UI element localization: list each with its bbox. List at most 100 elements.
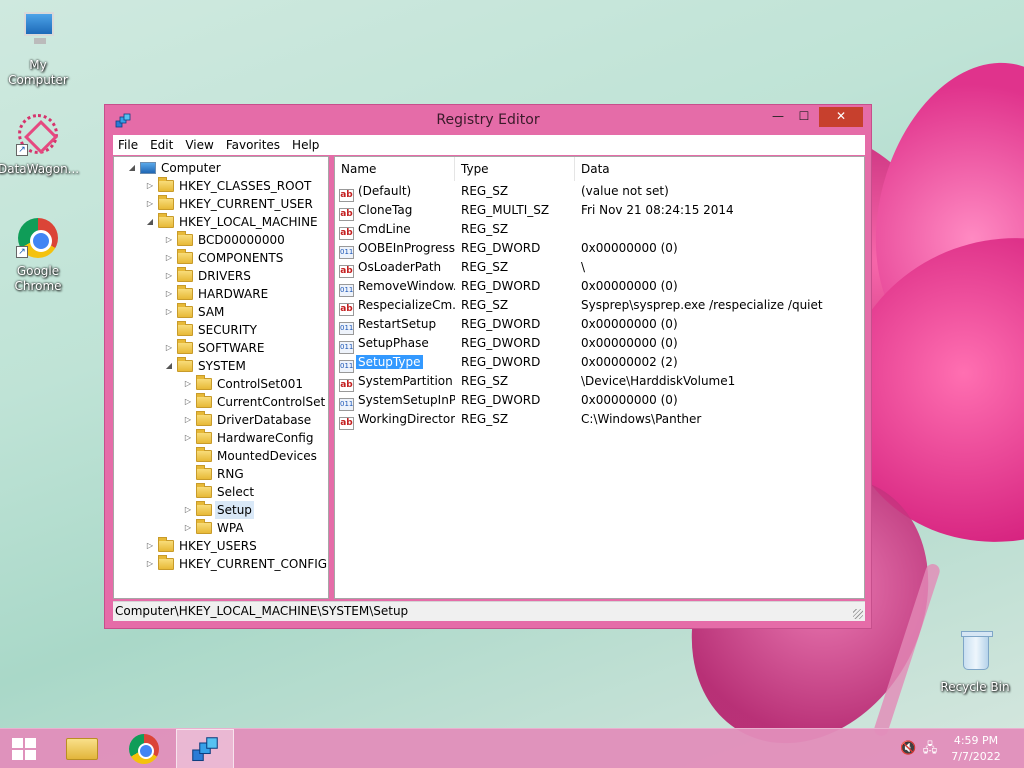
- expand-arrow-icon[interactable]: ▷: [182, 501, 194, 519]
- resize-grip-icon[interactable]: [853, 609, 863, 619]
- value-data: (value not set): [581, 184, 669, 198]
- tree-node-computer[interactable]: ◢ Computer: [126, 159, 223, 177]
- title-bar[interactable]: Registry Editor — ☐ ✕: [105, 105, 871, 135]
- value-name-cell: ab OsLoaderPath: [339, 258, 455, 278]
- expand-arrow-icon[interactable]: ▷: [144, 177, 156, 195]
- file-explorer-button[interactable]: [56, 729, 108, 768]
- menu-favorites[interactable]: Favorites: [220, 135, 286, 155]
- tree-node-select[interactable]: Select: [182, 483, 256, 501]
- minimize-button[interactable]: —: [765, 107, 791, 127]
- menu-view[interactable]: View: [179, 135, 219, 155]
- value-data: 0x00000000 (0): [581, 279, 678, 293]
- value-row[interactable]: 011 RemoveWindow... REG_DWORD 0x00000000 (0…: [335, 277, 864, 297]
- tree-node-hkcc[interactable]: ▷ HKEY_CURRENT_CONFIG: [144, 555, 329, 573]
- menu-help[interactable]: Help: [286, 135, 325, 155]
- value-name: SetupPhase: [358, 336, 429, 350]
- expand-arrow-icon[interactable]: ▷: [163, 285, 175, 303]
- expand-arrow-icon[interactable]: ▷: [163, 231, 175, 249]
- expand-arrow-icon[interactable]: ▷: [144, 555, 156, 573]
- tree-node-security[interactable]: SECURITY: [163, 321, 259, 339]
- clock[interactable]: 4:59 PM 7/7/2022: [946, 733, 1006, 765]
- value-row[interactable]: ab WorkingDirectory REG_SZ C:\Windows\Panth…: [335, 410, 864, 430]
- registry-editor-button[interactable]: [176, 729, 234, 768]
- computer-icon: [140, 162, 156, 174]
- value-row[interactable]: ab CloneTag REG_MULTI_SZ Fri Nov 21 08:24:1…: [335, 201, 864, 221]
- tree-node-hardwareconfig[interactable]: ▷ HardwareConfig: [182, 429, 315, 447]
- value-row[interactable]: ab RespecializeCm... REG_SZ Sysprep\sysprep…: [335, 296, 864, 316]
- value-type: REG_MULTI_SZ: [461, 203, 550, 217]
- value-data: Sysprep\sysprep.exe /respecialize /quiet: [581, 298, 823, 312]
- desktop-icon-recycle-bin[interactable]: Recycle Bin: [935, 630, 1015, 695]
- desktop-icon-datawagon[interactable]: ↗ DataWagon...: [0, 112, 80, 177]
- desktop-icon-my-computer[interactable]: My Computer: [0, 8, 78, 88]
- value-row[interactable]: 011 SystemSetupInP... REG_DWORD 0x00000000 …: [335, 391, 864, 411]
- value-row[interactable]: 011 SetupPhase REG_DWORD 0x00000000 (0): [335, 334, 864, 354]
- tree-node-label: DRIVERS: [198, 269, 251, 283]
- tree-node-label: HARDWARE: [198, 287, 269, 301]
- expand-arrow-icon[interactable]: ▷: [182, 375, 194, 393]
- expand-arrow-icon[interactable]: ▷: [163, 303, 175, 321]
- value-row[interactable]: ab SystemPartition REG_SZ \Device\HarddiskV…: [335, 372, 864, 392]
- expand-arrow-icon[interactable]: ▷: [182, 519, 194, 537]
- desktop-icon-label: DataWagon...: [0, 162, 80, 176]
- tree-node-currentcontrolset[interactable]: ▷ CurrentControlSet: [182, 393, 327, 411]
- tree-node-driverdatabase[interactable]: ▷ DriverDatabase: [182, 411, 313, 429]
- column-header-type[interactable]: Type: [455, 157, 575, 181]
- expand-arrow-icon[interactable]: ▷: [182, 411, 194, 429]
- volume-muted-icon[interactable]: 🔇: [900, 741, 916, 757]
- value-name-cell: ab WorkingDirectory: [339, 410, 455, 430]
- expand-arrow-icon[interactable]: ▷: [182, 429, 194, 447]
- value-row[interactable]: ab (Default) REG_SZ (value not set): [335, 182, 864, 202]
- expand-arrow-icon[interactable]: ▷: [163, 339, 175, 357]
- column-header-name[interactable]: Name: [335, 157, 455, 181]
- expand-arrow-icon[interactable]: ▷: [163, 267, 175, 285]
- tree-node-label: SAM: [198, 305, 225, 319]
- key-tree-pane[interactable]: ◢ Computer ▷ HKEY_CLASSES_ROOT ▷ HKEY_CURRE…: [113, 156, 329, 599]
- values-list-pane[interactable]: Name Type Data ab (Default) REG_SZ (value n…: [334, 156, 865, 599]
- tree-node-components[interactable]: ▷ COMPONENTS: [163, 249, 285, 267]
- tree-node-hklm[interactable]: ◢ HKEY_LOCAL_MACHINE: [144, 213, 320, 231]
- value-row[interactable]: 011 OOBEInProgress REG_DWORD 0x00000000 (0): [335, 239, 864, 259]
- maximize-button[interactable]: ☐: [791, 107, 817, 127]
- tree-node-hkcu[interactable]: ▷ HKEY_CURRENT_USER: [144, 195, 315, 213]
- tree-node-mounteddevices[interactable]: MountedDevices: [182, 447, 319, 465]
- collapse-arrow-icon[interactable]: ◢: [126, 159, 138, 177]
- chrome-button[interactable]: [118, 729, 170, 768]
- tree-node-wpa[interactable]: ▷ WPA: [182, 519, 246, 537]
- value-row[interactable]: ab OsLoaderPath REG_SZ \: [335, 258, 864, 278]
- tree-node-setup[interactable]: ▷ Setup: [182, 501, 254, 519]
- folder-icon: [158, 555, 174, 570]
- folder-icon: [177, 249, 193, 264]
- expand-arrow-icon[interactable]: ▷: [163, 249, 175, 267]
- menu-edit[interactable]: Edit: [144, 135, 179, 155]
- collapse-arrow-icon[interactable]: ◢: [144, 213, 156, 231]
- expand-arrow-icon[interactable]: ▷: [144, 537, 156, 555]
- tree-node-hardware[interactable]: ▷ HARDWARE: [163, 285, 270, 303]
- value-row[interactable]: 011 RestartSetup REG_DWORD 0x00000000 (0): [335, 315, 864, 335]
- close-button[interactable]: ✕: [819, 107, 863, 127]
- tree-node-software[interactable]: ▷ SOFTWARE: [163, 339, 266, 357]
- start-button[interactable]: [0, 729, 48, 768]
- value-row[interactable]: ab CmdLine REG_SZ: [335, 220, 864, 240]
- tree-node-bcd[interactable]: ▷ BCD00000000: [163, 231, 287, 249]
- tree-node-hkcr[interactable]: ▷ HKEY_CLASSES_ROOT: [144, 177, 313, 195]
- tree-node-sam[interactable]: ▷ SAM: [163, 303, 226, 321]
- tree-node-hku[interactable]: ▷ HKEY_USERS: [144, 537, 259, 555]
- folder-icon: [196, 465, 212, 480]
- expand-arrow-icon[interactable]: ▷: [144, 195, 156, 213]
- desktop-icon-google-chrome[interactable]: ↗ Google Chrome: [0, 214, 78, 294]
- value-row[interactable]: 011 SetupType REG_DWORD 0x00000002 (2): [335, 353, 864, 373]
- column-header-data[interactable]: Data: [575, 157, 864, 181]
- collapse-arrow-icon[interactable]: ◢: [163, 357, 175, 375]
- value-type: REG_DWORD: [461, 279, 541, 293]
- menu-file[interactable]: File: [113, 135, 144, 155]
- network-icon[interactable]: 🖧: [922, 741, 938, 757]
- tree-node-controlset001[interactable]: ▷ ControlSet001: [182, 375, 305, 393]
- expand-arrow-icon[interactable]: ▷: [182, 393, 194, 411]
- registry-editor-icon: [192, 737, 218, 762]
- folder-icon: [177, 267, 193, 282]
- tree-node-system[interactable]: ◢ SYSTEM: [163, 357, 248, 375]
- tree-node-rng[interactable]: RNG: [182, 465, 246, 483]
- tree-node-drivers[interactable]: ▷ DRIVERS: [163, 267, 253, 285]
- status-bar: Computer\HKEY_LOCAL_MACHINE\SYSTEM\Setup: [113, 601, 865, 621]
